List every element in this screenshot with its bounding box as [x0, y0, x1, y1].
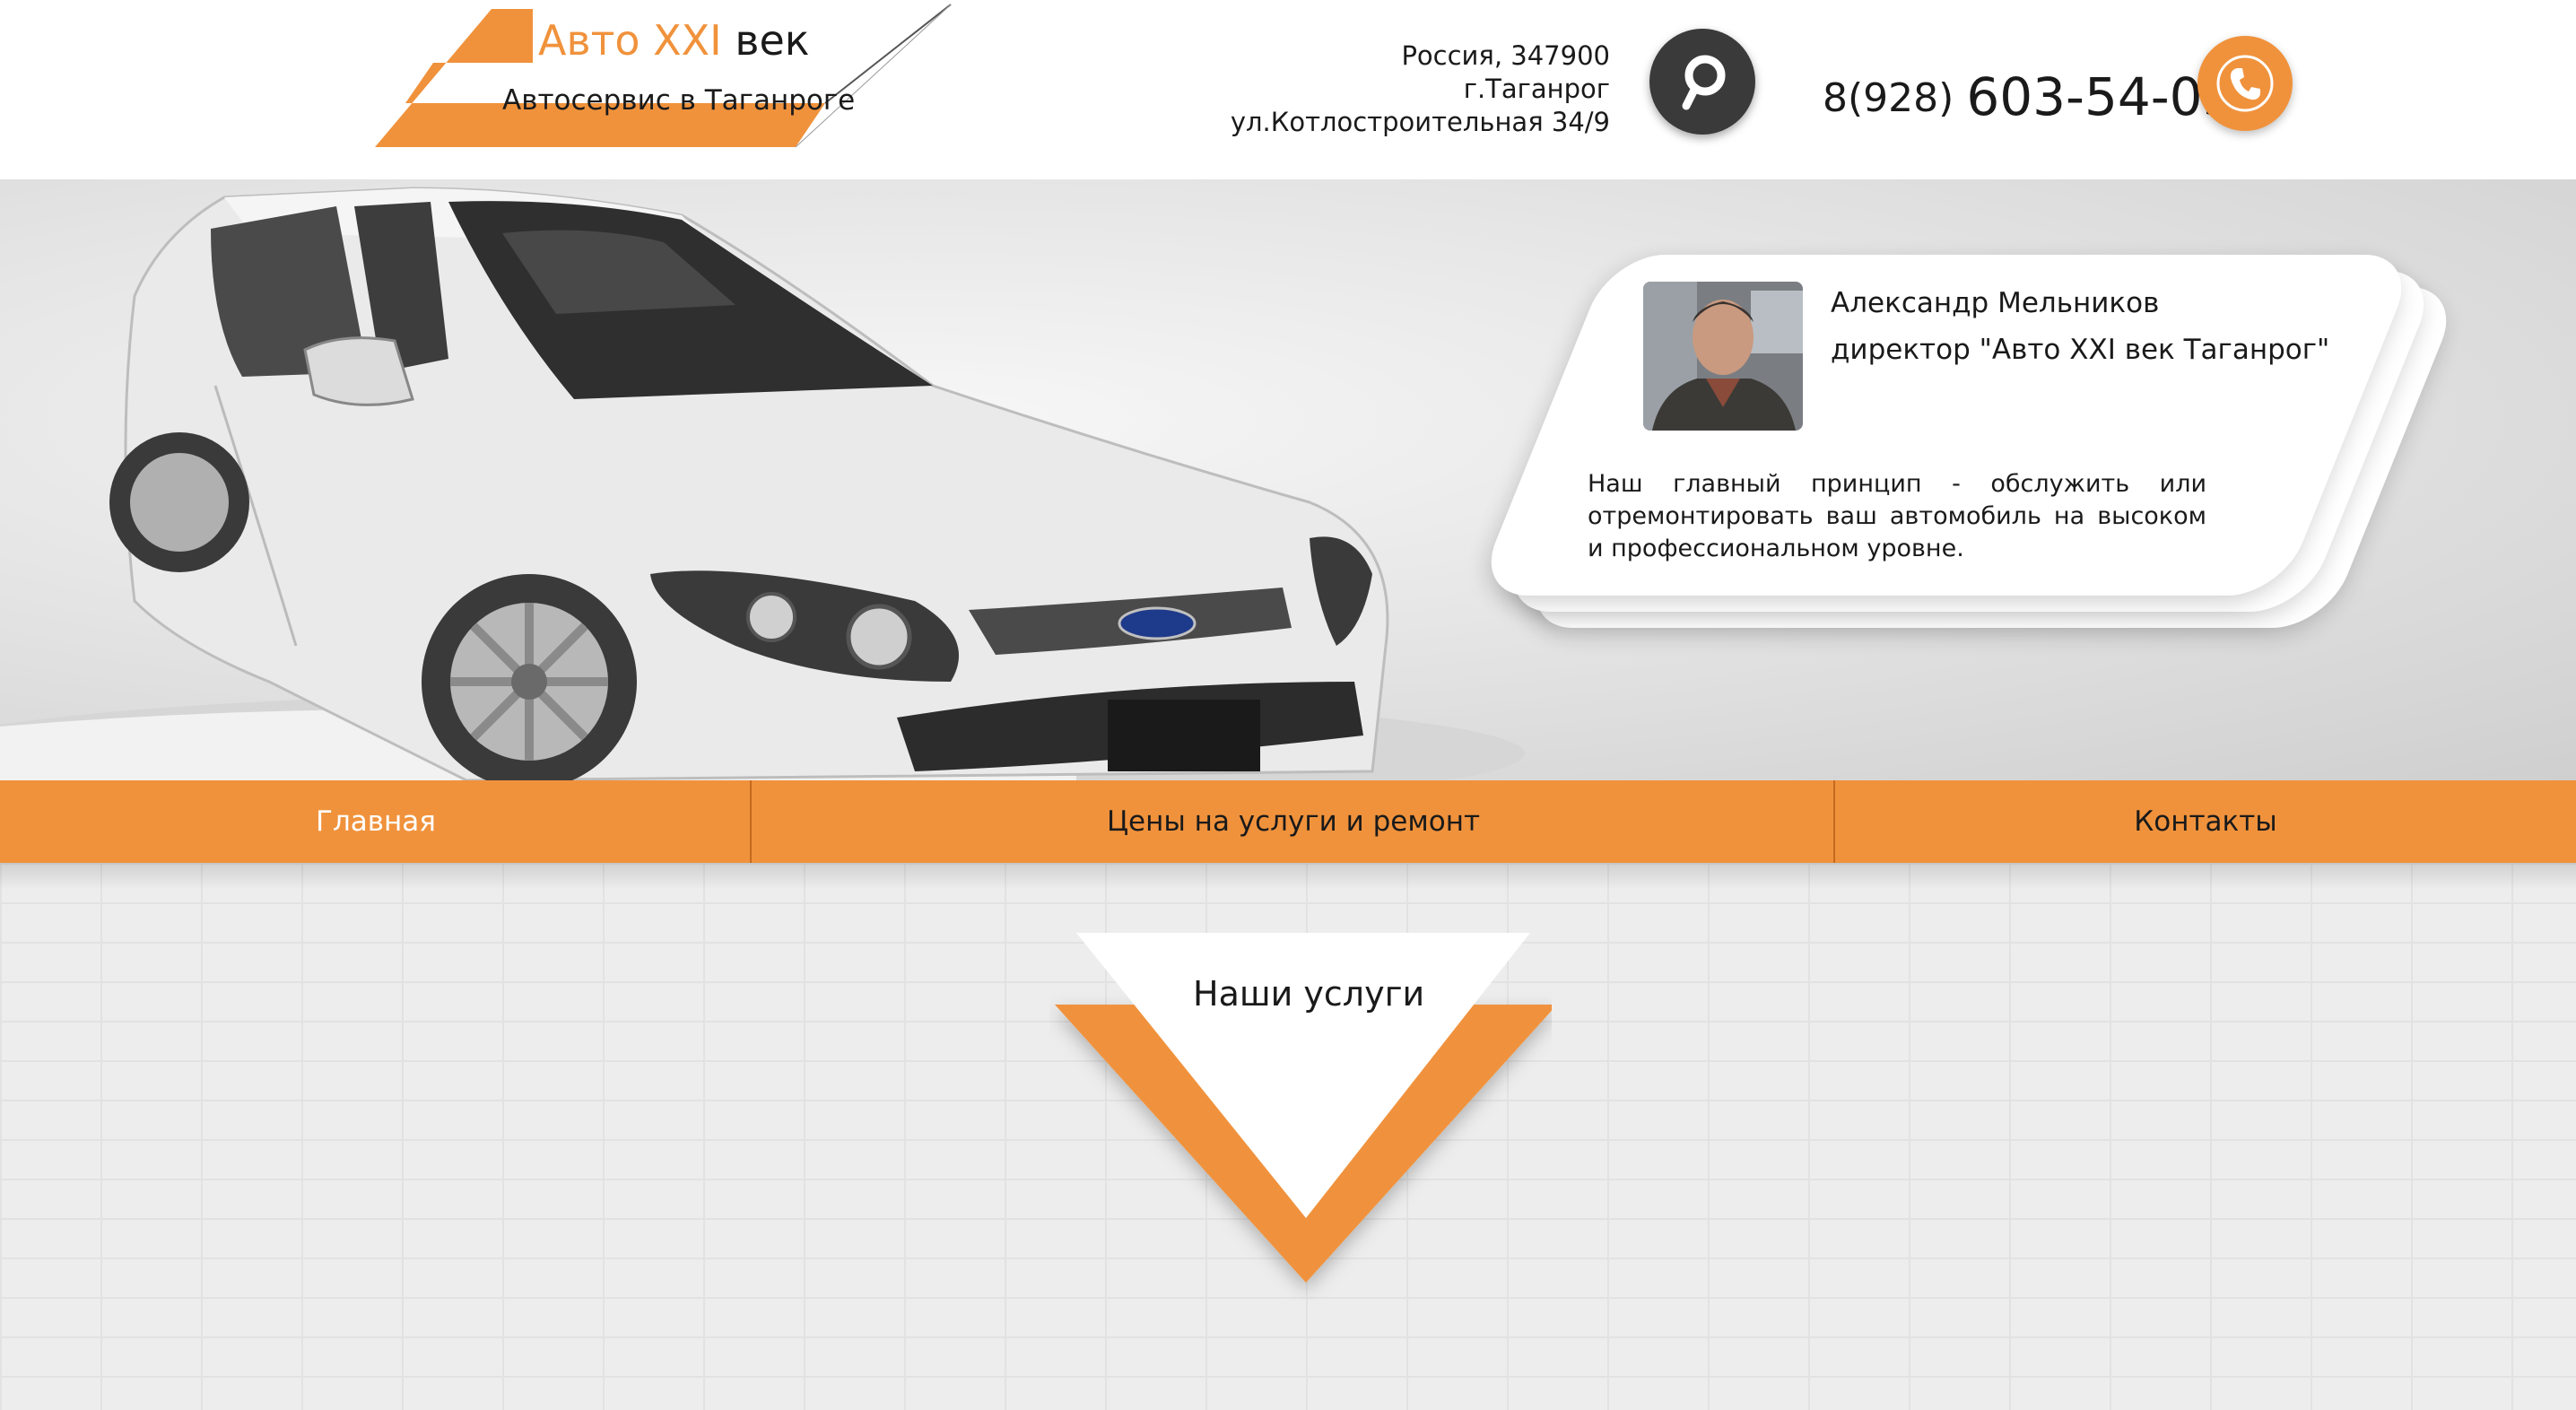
address-line-country: Россия, 347900 — [1401, 40, 1610, 71]
logo-subtitle: Автосервис в Таганроге — [502, 84, 856, 117]
company-principle-text: Наш главный принцип - обслужить или отре… — [1588, 470, 2206, 562]
nav-item-contacts[interactable]: Контакты — [1835, 780, 2576, 863]
address-line-street: ул.Котлостроительная 34/9 — [1230, 107, 1610, 137]
phone-icon — [2216, 55, 2274, 112]
logo-shape — [375, 4, 952, 148]
director-avatar — [1643, 282, 1803, 431]
logo-title-accent: Авто XXI — [538, 16, 722, 65]
nav-item-prices[interactable]: Цены на услуги и ремонт — [752, 780, 1835, 863]
logo-title-dark: век — [735, 16, 810, 65]
phone-prefix: 8(928) — [1823, 75, 1954, 121]
nav-item-home[interactable]: Главная — [0, 780, 752, 863]
director-role: директор "Авто XXI век Таганрог" — [1831, 334, 2330, 366]
phone-number[interactable]: 8(928) 603-54-03 — [1823, 63, 2236, 127]
site-header: Авто XXI век Автосервис в Таганроге Росс… — [0, 0, 2576, 179]
phone-main: 603-54-03 — [1966, 66, 2236, 127]
address-line-city: г.Таганрог — [1463, 74, 1610, 104]
phone-button[interactable] — [2197, 36, 2293, 131]
map-pin-button[interactable] — [1649, 29, 1755, 135]
services-heading: Наши услуги — [1193, 974, 1425, 1014]
section-shadow — [0, 863, 2576, 890]
logo-title[interactable]: Авто XXI век — [538, 16, 810, 65]
main-nav: Главная Цены на услуги и ремонт Контакты — [0, 780, 2576, 863]
map-pin-icon — [1682, 55, 1726, 110]
director-name: Александр Мельников — [1831, 287, 2160, 319]
hero-banner: Александр Мельников директор "Авто XXI в… — [0, 179, 2576, 780]
address-block: Россия, 347900 г.Таганрог ул.Котлостроит… — [1157, 39, 1610, 139]
director-avatar-image — [1643, 282, 1803, 431]
